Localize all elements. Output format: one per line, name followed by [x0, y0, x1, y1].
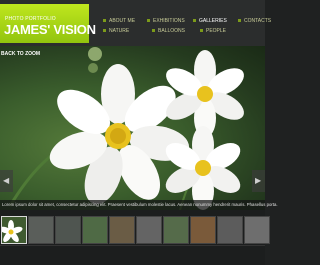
nav-balloons[interactable]: BALLOONS [152, 28, 185, 34]
back-to-zoom-link[interactable]: BACK TO ZOOM [1, 51, 40, 57]
prev-photo-button[interactable]: ◀ [0, 170, 13, 192]
logo[interactable]: PHOTO PORTFOLIO JAMES' VISION [0, 4, 96, 43]
nav-bullet-icon [238, 19, 241, 23]
site-header: PHOTO PORTFOLIO JAMES' VISION ABOUT ME E… [0, 0, 271, 46]
nav-bullet-icon [103, 29, 106, 33]
nav-label: PEOPLE [206, 28, 227, 34]
nav-bullet-icon [103, 19, 106, 23]
nav-label: CONTACTS [244, 18, 272, 24]
nav-label: BALLOONS [158, 28, 185, 34]
chevron-right-icon: ▶ [255, 176, 262, 185]
thumbnail-grey-4[interactable] [217, 216, 243, 244]
nav-galleries[interactable]: GALLERIES [193, 18, 227, 24]
thumbnail-brown-1[interactable] [109, 216, 135, 244]
photo-description-bar: Lorem ipsum dolor sit amet, consectetur … [0, 200, 278, 210]
nav-people[interactable]: PEOPLE [200, 28, 226, 34]
nav-contacts[interactable]: CONTACTS [238, 18, 271, 24]
thumbnail-strip [0, 210, 270, 265]
thumbnail-brown-2[interactable] [190, 216, 216, 244]
nav-bullet-icon [193, 19, 196, 23]
thumbnail-white-flower[interactable] [1, 216, 27, 244]
nav-bullet-icon [200, 29, 203, 33]
thumbnail-grey-2[interactable] [55, 216, 81, 244]
thumbnail-grey-3[interactable] [136, 216, 162, 244]
logo-title: JAMES' VISION [4, 22, 96, 37]
nav-bullet-icon [147, 19, 150, 23]
flower-photo-image [8, 47, 244, 210]
thumbnail-grey-5[interactable] [244, 216, 270, 244]
thumbnail-grey-1[interactable] [28, 216, 54, 244]
nav-about-me[interactable]: ABOUT ME [103, 18, 135, 24]
thumbnail-green-2[interactable] [163, 216, 189, 244]
photo-description: Lorem ipsum dolor sit amet, consectetur … [2, 202, 278, 207]
nav-label: ABOUT ME [109, 18, 136, 24]
nav-bullet-icon [152, 29, 155, 33]
nav-label: EXHIBITIONS [153, 18, 185, 24]
next-photo-button[interactable]: ▶ [252, 170, 265, 192]
chevron-left-icon: ◀ [3, 176, 10, 185]
nav-label: GALLERIES [199, 18, 227, 24]
nav-label: NATURE [109, 28, 130, 34]
nav-exhibitions[interactable]: EXHIBITIONS [147, 18, 185, 24]
nav-nature[interactable]: NATURE [103, 28, 129, 34]
gallery-photo[interactable] [0, 46, 265, 210]
divider [0, 245, 265, 246]
thumbnail-green-1[interactable] [82, 216, 108, 244]
flower-thumbnail-image [2, 217, 26, 243]
